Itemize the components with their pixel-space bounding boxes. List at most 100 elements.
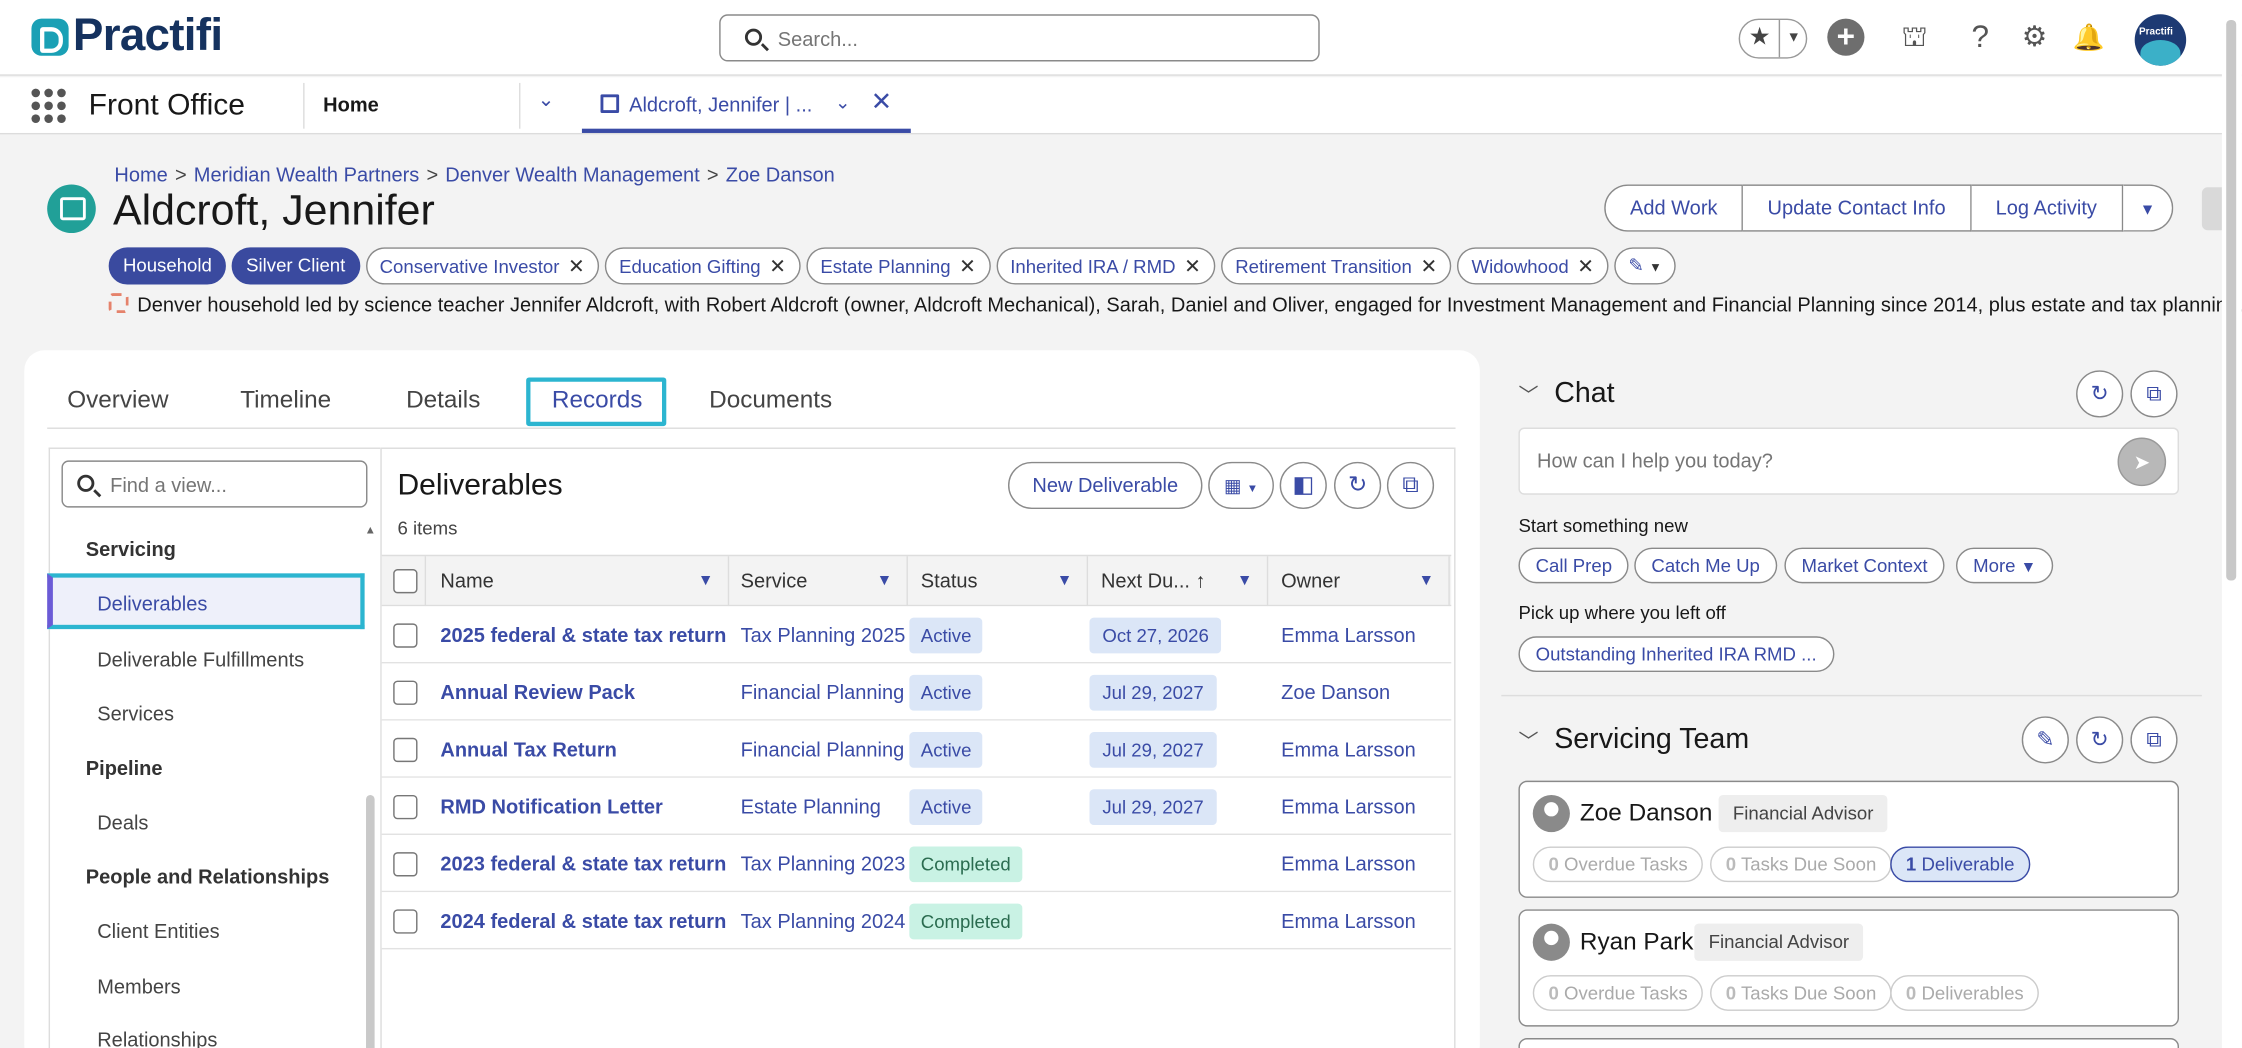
recent-conversation-button[interactable]: Outstanding Inherited IRA RMD ...	[1518, 636, 1834, 673]
call-prep-button[interactable]: Call Prep	[1518, 547, 1630, 584]
deliverable-name-link[interactable]: RMD Notification Letter	[440, 795, 662, 818]
row-checkbox[interactable]	[393, 909, 418, 934]
collapse-team-icon[interactable]: ﹀	[1518, 726, 1538, 755]
remove-tag-icon[interactable]: ✕	[769, 255, 786, 278]
tasks-due-soon-count[interactable]: 0 Tasks Due Soon	[1710, 975, 1893, 1011]
team-member-card[interactable]	[1518, 1038, 2180, 1048]
tab-timeline[interactable]: Timeline	[240, 386, 331, 415]
catch-me-up-button[interactable]: Catch Me Up	[1634, 547, 1778, 584]
sidebar-item-services[interactable]: Services	[97, 702, 174, 725]
team-member-card[interactable]: Ryan Park Financial Advisor 0 Overdue Ta…	[1518, 909, 2180, 1027]
remove-tag-icon[interactable]: ✕	[959, 255, 976, 278]
send-button[interactable]: ➤	[2117, 437, 2167, 487]
remove-tag-icon[interactable]: ✕	[1420, 255, 1437, 278]
tab-documents[interactable]: Documents	[709, 386, 832, 415]
service-link[interactable]: Estate Planning	[741, 795, 881, 818]
column-header-name[interactable]: Name ▼	[426, 556, 730, 607]
owner-link[interactable]: Zoe Danson	[1281, 681, 1390, 704]
deliverable-name-link[interactable]: Annual Review Pack	[440, 681, 635, 704]
edit-tags-button[interactable]: ✎ ▼	[1614, 247, 1677, 285]
owner-link[interactable]: Emma Larsson	[1281, 738, 1416, 761]
column-header-status[interactable]: Status ▼	[908, 556, 1089, 607]
row-checkbox[interactable]	[393, 737, 418, 763]
row-checkbox[interactable]	[393, 794, 418, 820]
nav-menu-chevron-icon[interactable]: ⌄	[538, 87, 555, 111]
chevron-down-icon[interactable]: ▼	[1237, 556, 1253, 606]
service-link[interactable]: Financial Planning	[741, 681, 905, 704]
sidebar-item-deliverables[interactable]: Deliverables	[97, 592, 207, 615]
chat-input[interactable]	[1537, 448, 2081, 472]
tab-home[interactable]: Home	[323, 93, 379, 116]
display-as-table-button[interactable]: ▦ ▼	[1208, 461, 1274, 510]
deliverable-name-link[interactable]: Annual Tax Return	[440, 738, 616, 761]
tasks-due-soon-count[interactable]: 0 Tasks Due Soon	[1710, 846, 1893, 883]
cloud-icon[interactable]: ⛫	[1896, 19, 1933, 56]
toggle-sidebar-button[interactable]: ◧	[1279, 461, 1327, 510]
refresh-chat-button[interactable]: ↻	[2076, 370, 2124, 418]
remove-tag-icon[interactable]: ✕	[1577, 255, 1594, 278]
sidebar-item-client-entities[interactable]: Client Entities	[97, 919, 219, 942]
favorites-button[interactable]: ★ ▼	[1738, 18, 1808, 59]
service-link[interactable]: Financial Planning	[741, 738, 905, 761]
team-member-card[interactable]: Zoe Danson Financial Advisor 0 Overdue T…	[1518, 780, 2180, 898]
bell-icon[interactable]: 🔔	[2070, 19, 2107, 56]
refresh-button[interactable]: ↻	[1334, 461, 1382, 510]
global-search[interactable]	[719, 14, 1320, 62]
sidebar-item-deals[interactable]: Deals	[97, 811, 148, 834]
tab-overview[interactable]: Overview	[67, 386, 168, 415]
remove-tag-icon[interactable]: ✕	[1184, 255, 1201, 278]
update-contact-info-button[interactable]: Update Contact Info	[1743, 184, 1972, 232]
tab-record[interactable]: Aldcroft, Jennifer | ... ⌄ ✕	[581, 77, 911, 133]
overdue-tasks-count[interactable]: 0 Overdue Tasks	[1532, 846, 1704, 883]
deliverable-name-link[interactable]: 2025 federal & state tax return	[440, 623, 726, 646]
page-scrollbar[interactable]	[2226, 20, 2237, 581]
breadcrumb-firm[interactable]: Meridian Wealth Partners	[194, 163, 419, 186]
column-header-service[interactable]: Service ▼	[729, 556, 908, 607]
chat-input-box[interactable]: ➤	[1518, 427, 2180, 495]
deliverables-count[interactable]: 1 Deliverable	[1890, 846, 2031, 883]
owner-link[interactable]: Emma Larsson	[1281, 852, 1416, 875]
sidebar-item-deliverable-fulfillments[interactable]: Deliverable Fulfillments	[97, 648, 304, 671]
help-icon[interactable]: ?	[1962, 19, 1999, 56]
tab-details[interactable]: Details	[406, 386, 480, 415]
row-checkbox[interactable]	[393, 680, 418, 705]
refresh-team-button[interactable]: ↻	[2076, 716, 2124, 764]
row-checkbox[interactable]	[393, 623, 418, 648]
sidebar-item-relationships[interactable]: Relationships	[97, 1028, 217, 1048]
chevron-down-icon[interactable]: ⌄	[835, 92, 851, 115]
avatar[interactable]: Practifi	[2134, 14, 2187, 66]
breadcrumb-advisor[interactable]: Zoe Danson	[726, 163, 835, 186]
chevron-down-icon[interactable]: ▼	[1419, 556, 1435, 606]
deliverables-count[interactable]: 0 Deliverables	[1890, 975, 2040, 1011]
select-all-checkbox[interactable]	[393, 569, 418, 594]
more-actions-button[interactable]: ▼	[2122, 184, 2174, 232]
row-checkbox[interactable]	[393, 852, 418, 877]
sidebar-item-members[interactable]: Members	[97, 975, 180, 998]
deliverable-name-link[interactable]: 2023 federal & state tax return	[440, 852, 726, 875]
chevron-down-icon[interactable]: ▼	[1057, 556, 1073, 606]
service-link[interactable]: Tax Planning 2025	[741, 623, 906, 646]
collapse-chat-icon[interactable]: ﹀	[1518, 380, 1538, 409]
practifi-logo-icon[interactable]	[31, 18, 69, 56]
service-link[interactable]: Tax Planning 2023	[741, 852, 906, 875]
gear-icon[interactable]: ⚙	[2016, 19, 2053, 56]
log-activity-button[interactable]: Log Activity	[1971, 184, 2123, 232]
add-work-button[interactable]: Add Work	[1604, 184, 1744, 232]
scroll-up-icon[interactable]: ▲	[365, 523, 376, 536]
add-icon[interactable]: +	[1827, 18, 1865, 56]
edit-team-button[interactable]: ✎	[2021, 716, 2069, 764]
owner-link[interactable]: Emma Larsson	[1281, 795, 1416, 818]
sidebar-scrollbar[interactable]	[366, 794, 375, 1048]
side-panel-handle[interactable]	[2201, 187, 2222, 231]
remove-tag-icon[interactable]: ✕	[568, 255, 585, 278]
deliverable-name-link[interactable]: 2024 federal & state tax return	[440, 909, 726, 932]
column-header-next-due[interactable]: Next Du... ↑ ▼	[1088, 556, 1269, 607]
view-search[interactable]	[61, 460, 368, 508]
new-deliverable-button[interactable]: New Deliverable	[1008, 461, 1203, 510]
market-context-button[interactable]: Market Context	[1784, 547, 1945, 584]
chevron-down-icon[interactable]: ▼	[698, 556, 714, 606]
owner-link[interactable]: Emma Larsson	[1281, 623, 1416, 646]
open-team-button[interactable]: ⧉	[2130, 716, 2178, 764]
close-tab-icon[interactable]: ✕	[871, 87, 893, 117]
more-prompts-button[interactable]: More ▼	[1955, 547, 2054, 584]
